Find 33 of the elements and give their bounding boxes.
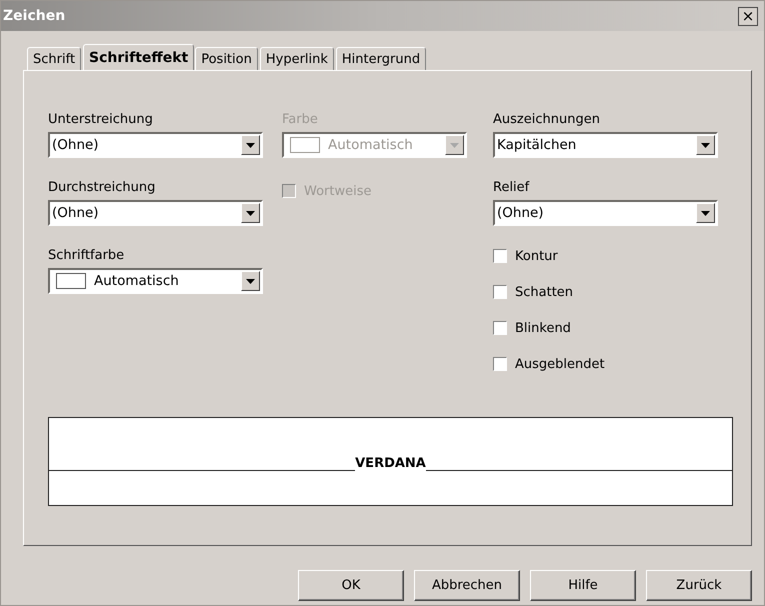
window-title: Zeichen (3, 8, 66, 24)
checkbox-option[interactable]: Blinkend (493, 319, 718, 337)
field-label: Schriftfarbe (48, 247, 126, 264)
tab[interactable]: Position (195, 47, 258, 70)
color-swatch-icon (56, 273, 86, 289)
dropdown[interactable]: (Ohne) (48, 200, 263, 226)
preview-text: VERDANA (355, 457, 426, 471)
color-swatch-icon (290, 137, 320, 153)
tab[interactable]: Hintergrund (336, 47, 426, 70)
dialog-button[interactable]: Hilfe (530, 570, 636, 601)
dialog-button[interactable]: Zurück (646, 570, 752, 601)
tab[interactable]: Hyperlink (260, 47, 334, 70)
checkbox[interactable] (493, 249, 507, 263)
dropdown[interactable]: Automatisch (48, 268, 263, 294)
checkbox-option[interactable]: Ausgeblendet (493, 355, 718, 373)
close-button[interactable]: × (738, 6, 758, 26)
dropdown[interactable]: (Ohne) (48, 132, 263, 158)
field-label: Durchstreichung (48, 179, 156, 196)
field-label: Unterstreichung (48, 111, 154, 128)
checkbox[interactable] (493, 285, 507, 299)
checkbox[interactable] (493, 321, 507, 335)
checkbox[interactable] (493, 357, 507, 371)
field-label: Farbe (282, 111, 319, 128)
dialog-button[interactable]: Abbrechen (414, 570, 520, 601)
field-label: Relief (493, 179, 530, 196)
tab[interactable]: Schrifteffekt (83, 44, 194, 70)
dropdown[interactable]: Kapitälchen (493, 132, 718, 158)
field-label: Auszeichnungen (493, 111, 601, 128)
tab[interactable]: Schrift (27, 47, 82, 70)
dialog-button[interactable]: OK (298, 570, 404, 601)
checkbox-option[interactable]: Schatten (493, 283, 718, 301)
dropdown[interactable]: (Ohne) (493, 200, 718, 226)
checkbox-option[interactable]: Kontur (493, 247, 718, 265)
